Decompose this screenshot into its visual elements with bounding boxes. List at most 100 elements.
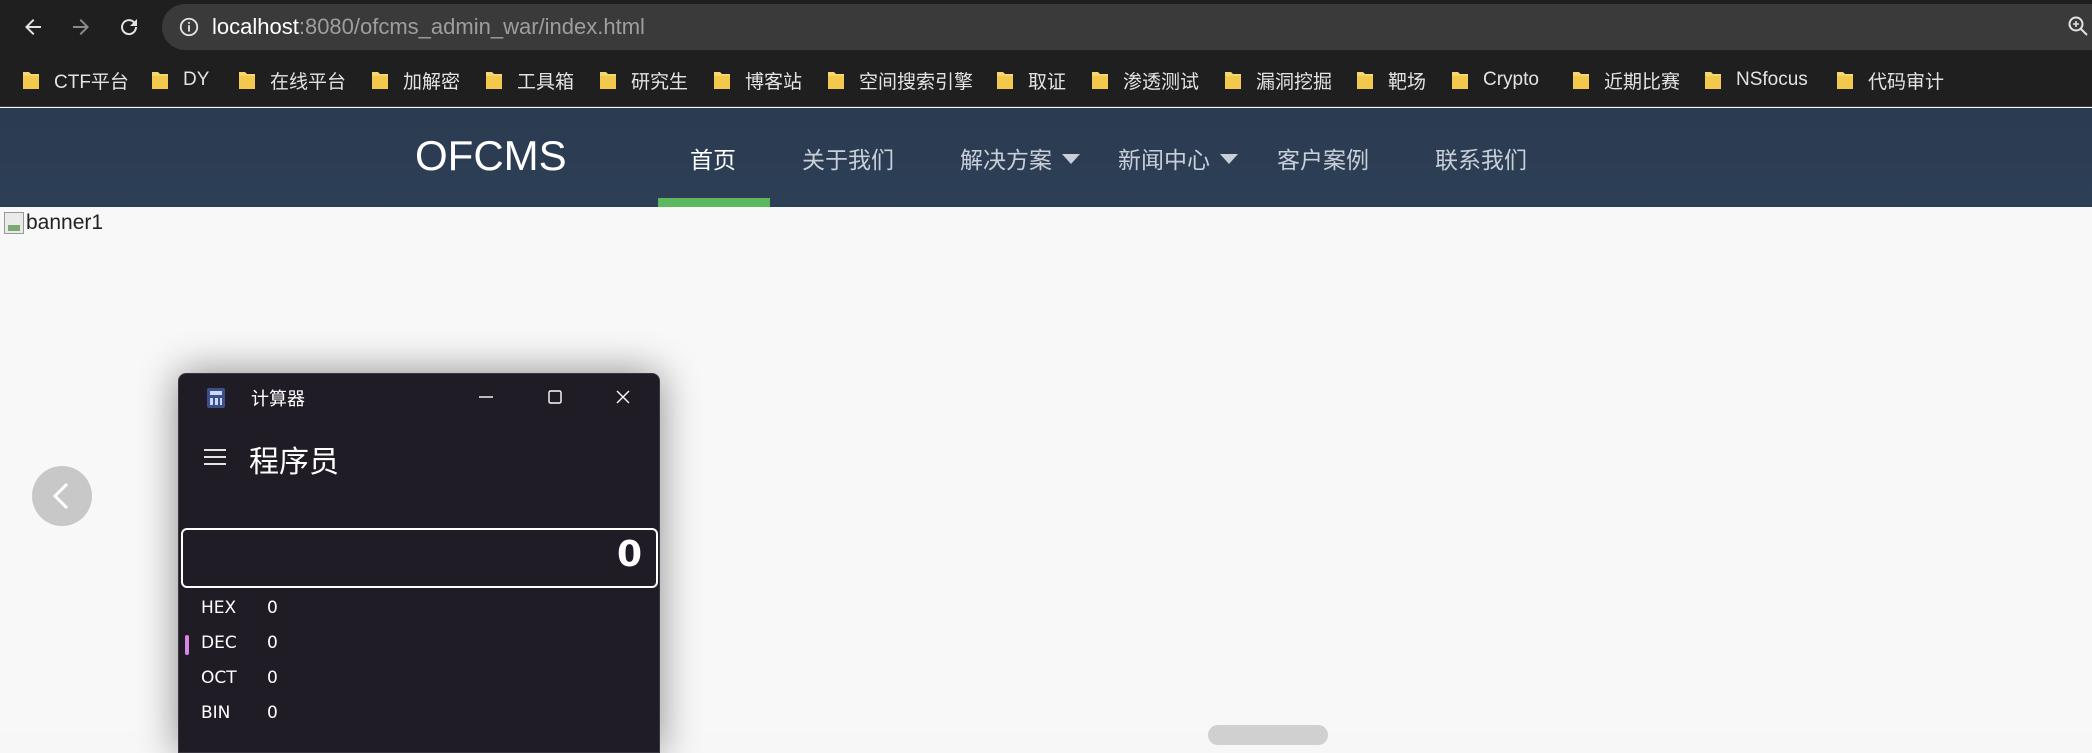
folder-icon [827,70,845,90]
bookmark-folder[interactable]: CTF平台 [22,68,129,93]
folder-icon [713,70,731,90]
active-nav-indicator [658,198,770,207]
bookmarks-bar: CTF平台 DY 在线平台 加解密 工具箱 研究生 博客站 空间搜索引擎 取证 … [0,53,2092,107]
nav-solutions[interactable]: 解决方案 [960,108,1080,207]
radix-value: 0 [267,633,278,653]
carousel-indicator[interactable] [1208,725,1328,745]
close-button[interactable] [606,382,640,412]
banner-image: banner1 [4,211,103,235]
radix-value: 0 [267,668,278,688]
bookmark-folder[interactable]: DY [151,68,209,92]
reload-button[interactable] [112,10,146,44]
nav-label: 新闻中心 [1118,147,1210,174]
nav-label: 联系我们 [1435,147,1527,174]
bookmark-label: 渗透测试 [1123,71,1200,93]
nav-contact[interactable]: 联系我们 [1435,108,1527,207]
bookmark-folder[interactable]: 在线平台 [238,68,347,93]
bookmark-label: 加解密 [403,71,461,93]
forward-button[interactable] [64,10,98,44]
bookmark-label: 近期比赛 [1604,71,1681,93]
maximize-button[interactable] [538,382,572,412]
bookmark-label: Crypto [1483,69,1539,90]
folder-icon [371,70,389,90]
nav-home[interactable]: 首页 [690,108,736,207]
banner-alt-text: banner1 [26,211,104,234]
radix-bin-row[interactable]: BIN 0 [179,699,659,729]
bookmark-label: 空间搜索引擎 [859,71,974,93]
bookmark-folder[interactable]: 工具箱 [485,68,575,93]
nav-about[interactable]: 关于我们 [802,108,894,207]
bookmark-folder[interactable]: 研究生 [599,68,689,93]
chevron-left-icon [52,482,69,510]
radix-label: DEC [201,633,237,653]
bookmark-folder[interactable]: NSfocus [1704,68,1808,92]
bookmark-folder[interactable]: 加解密 [371,68,461,93]
maximize-icon [548,390,562,404]
bookmark-label: 取证 [1028,71,1067,93]
radix-hex-row[interactable]: HEX 0 [179,594,659,624]
nav-label: 首页 [690,147,736,174]
broken-image-icon [4,212,24,234]
info-icon[interactable] [178,16,200,38]
reload-icon [121,19,138,36]
minimize-icon [479,396,493,398]
url-path: :8080/ofcms_admin_war/index.html [298,14,645,39]
bookmark-folder[interactable]: 取证 [996,68,1067,93]
bookmark-folder[interactable]: 渗透测试 [1091,68,1200,93]
calculator-display[interactable]: 0 [181,528,658,588]
radix-value: 0 [267,598,278,618]
caret-down-icon [1062,153,1080,164]
carousel-prev-button[interactable] [32,466,92,526]
folder-icon [22,70,40,90]
nav-cases[interactable]: 客户案例 [1277,108,1369,207]
radix-oct-row[interactable]: OCT 0 [179,664,659,694]
minimize-button[interactable] [469,382,503,412]
bookmark-label: 博客站 [745,71,803,93]
close-icon [616,390,630,404]
bookmark-label: 在线平台 [270,71,347,93]
caret-down-icon [1220,153,1238,164]
radix-label: HEX [201,598,237,618]
bookmark-label: 工具箱 [517,71,575,93]
radix-label: BIN [201,703,231,723]
folder-icon [1572,70,1590,90]
arrow-right-icon [73,19,89,35]
folder-icon [1451,70,1469,90]
url-host: localhost [212,14,299,39]
bookmark-folder[interactable]: 空间搜索引擎 [827,68,974,93]
bookmark-folder[interactable]: Crypto [1451,68,1539,92]
bookmark-label: 漏洞挖掘 [1256,71,1333,93]
bookmark-folder[interactable]: 代码审计 [1836,68,1945,93]
bookmark-label: 代码审计 [1868,71,1945,93]
menu-icon[interactable] [203,448,227,466]
bookmark-folder[interactable]: 近期比赛 [1572,68,1681,93]
nav-label: 解决方案 [960,147,1052,174]
url-text: localhost:8080/ofcms_admin_war/index.htm… [212,14,645,40]
radix-label: OCT [201,668,237,688]
zoom-icon[interactable] [2066,14,2090,38]
folder-icon [996,70,1014,90]
radix-dec-row[interactable]: DEC 0 [179,629,659,659]
bookmark-label: 靶场 [1388,71,1427,93]
bookmark-label: 研究生 [631,71,689,93]
folder-icon [1091,70,1109,90]
address-bar[interactable]: localhost:8080/ofcms_admin_war/index.htm… [162,4,2092,50]
folder-icon [1704,70,1722,90]
site-logo[interactable]: OFCMS [415,132,567,180]
browser-toolbar: localhost:8080/ofcms_admin_war/index.htm… [0,0,2092,53]
site-header: OFCMS 首页 关于我们 解决方案 新闻中心 客户案例 联系我们 [0,108,2092,207]
calculator-titlebar[interactable]: 计算器 [179,374,659,420]
nav-label: 关于我们 [802,147,894,174]
back-button[interactable] [16,10,50,44]
bookmark-folder[interactable]: 漏洞挖掘 [1224,68,1333,93]
folder-icon [1836,70,1854,90]
bookmark-folder[interactable]: 博客站 [713,68,803,93]
bookmark-label: CTF平台 [54,71,129,93]
calculator-icon [207,388,225,408]
nav-news[interactable]: 新闻中心 [1118,108,1238,207]
arrow-left-icon [25,19,41,35]
display-value: 0 [616,534,642,575]
folder-icon [485,70,503,90]
folder-icon [1356,70,1374,90]
bookmark-folder[interactable]: 靶场 [1356,68,1427,93]
